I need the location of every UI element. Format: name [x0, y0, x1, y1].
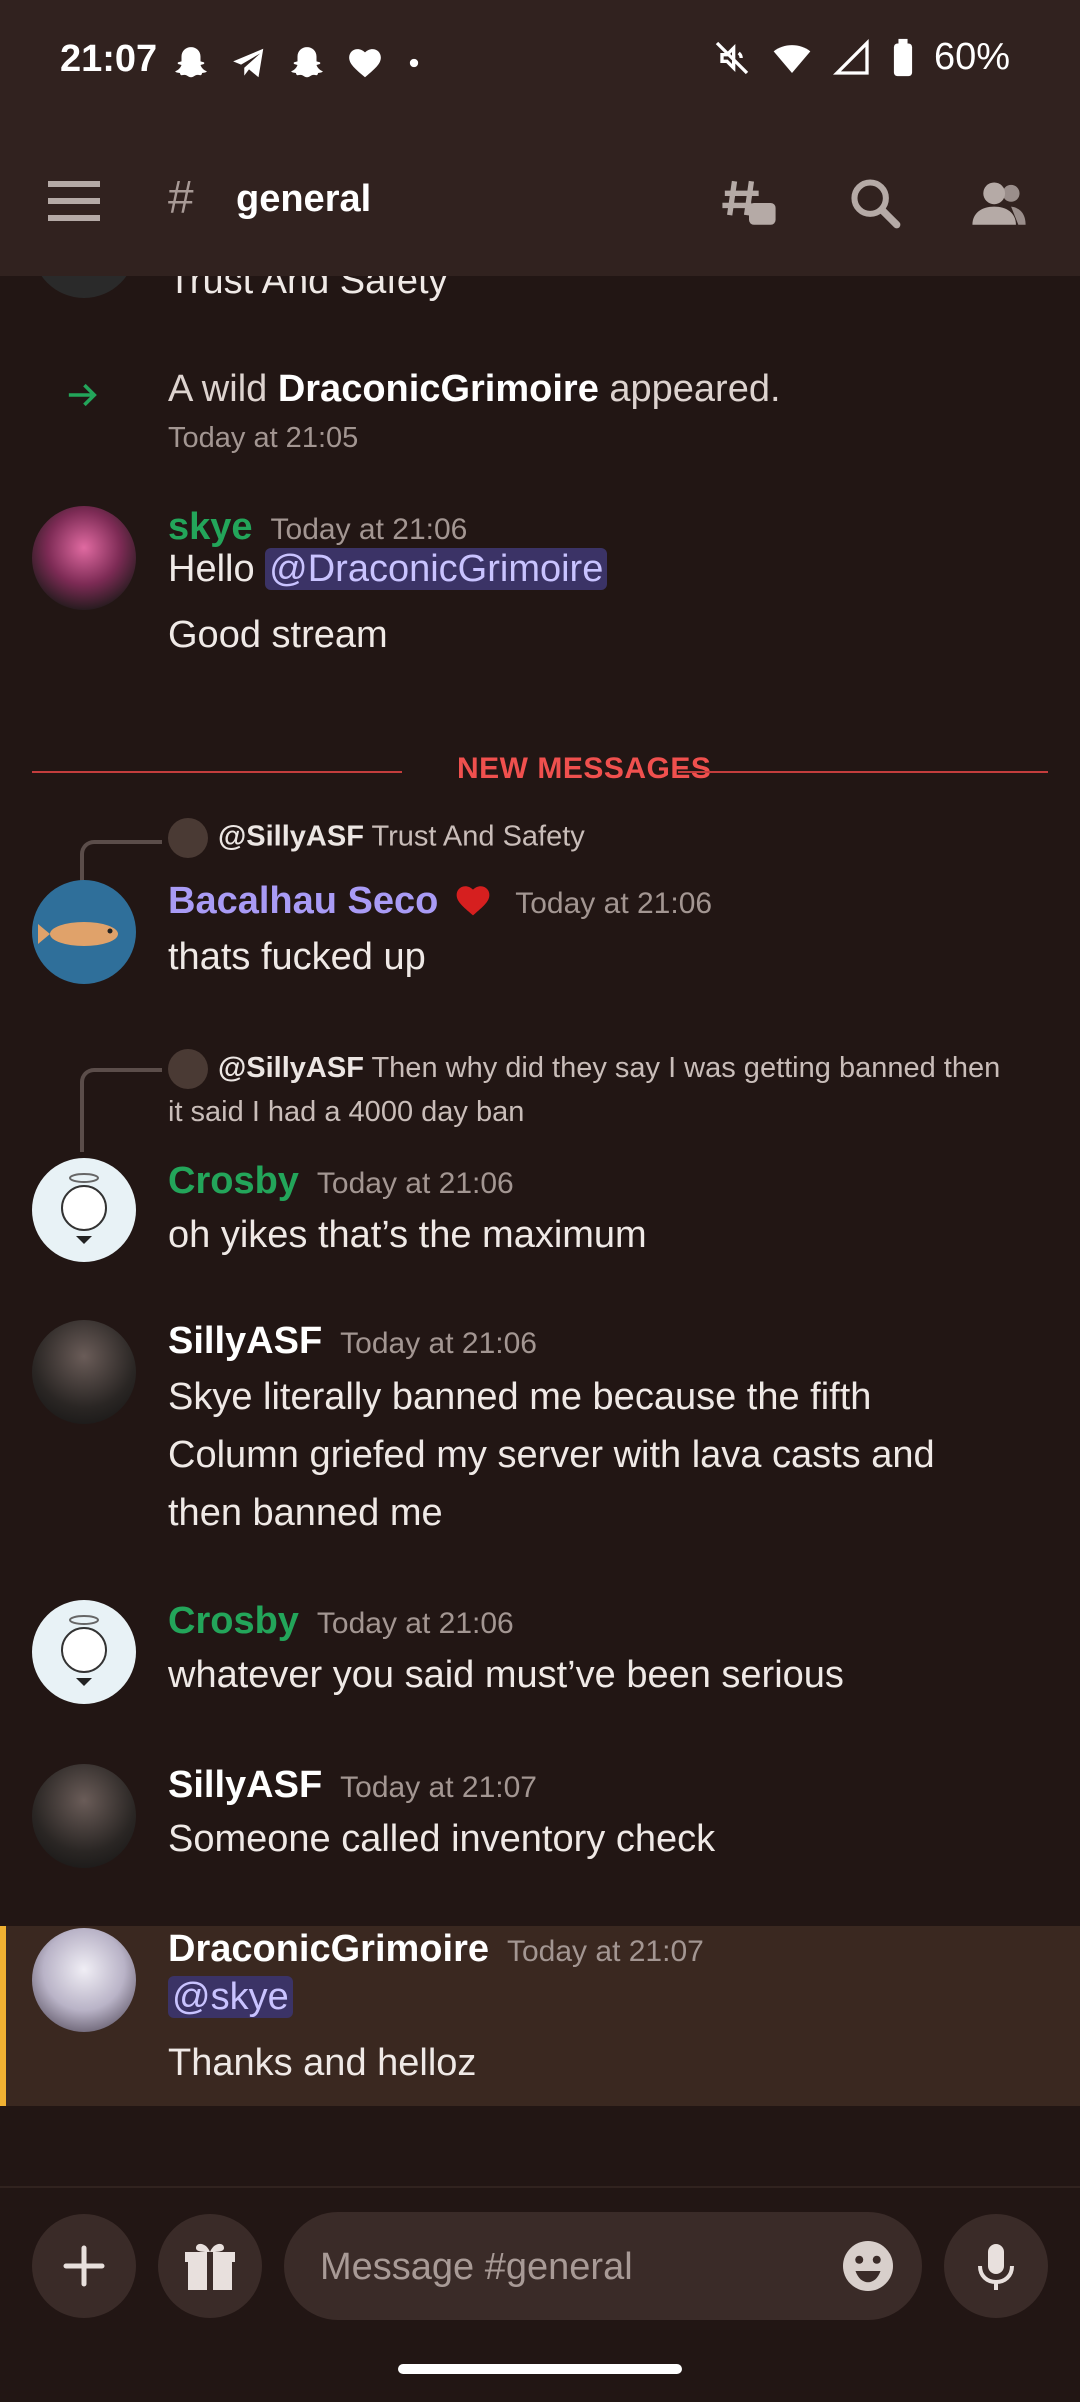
channel-name[interactable]: general: [236, 178, 371, 221]
dot-icon: [409, 58, 419, 68]
reply-connector: [80, 1068, 162, 1152]
timestamp: Today at 21:05: [168, 422, 359, 454]
username[interactable]: SillyASF: [168, 1764, 322, 1806]
battery-percent: 60%: [933, 36, 1010, 78]
status-right: 60%: [712, 36, 1010, 79]
username[interactable]: SillyASF: [168, 1320, 322, 1362]
timestamp: Today at 21:06: [316, 1607, 514, 1640]
user-mention[interactable]: @DraconicGrimoire: [265, 548, 608, 590]
avatar[interactable]: [32, 506, 136, 610]
timestamp: Today at 21:07: [340, 1771, 537, 1804]
username[interactable]: Bacalhau Seco: [168, 880, 438, 922]
reply-preview[interactable]: @SillyASF Trust And Safety: [168, 818, 585, 858]
home-indicator[interactable]: [398, 2364, 682, 2374]
new-messages-divider: NEW MESSAGES: [32, 752, 1048, 792]
heart-icon: [349, 49, 381, 78]
join-text: A wild DraconicGrimoire appeared.: [168, 368, 781, 410]
hamburger-menu-icon[interactable]: [48, 180, 100, 222]
message-text: Skye literally banned me because the fif…: [168, 1376, 935, 1534]
channel-hash-icon: #: [168, 171, 194, 223]
message-text: Hello @DraconicGrimoire: [168, 540, 608, 598]
user-mention[interactable]: @skye: [168, 1976, 293, 2018]
members-icon[interactable]: [970, 174, 1028, 232]
message-list[interactable]: Trust And Safety A wild DraconicGrimoire…: [0, 276, 1080, 2186]
new-messages-label: NEW MESSAGES: [457, 752, 712, 785]
message-text: Thanks and helloz: [168, 2042, 477, 2084]
avatar: [168, 1049, 208, 1090]
fish-icon: [38, 922, 118, 946]
snapchat-icon: [291, 47, 323, 78]
avatar[interactable]: [32, 880, 136, 984]
message-text: @skye: [168, 1968, 293, 2026]
search-icon[interactable]: [846, 174, 904, 232]
emoji-icon[interactable]: [838, 2236, 898, 2296]
telegram-icon: [233, 48, 264, 78]
channel-header: # general: [0, 130, 1080, 276]
mute-icon: [715, 41, 749, 74]
snapchat-icon: [175, 47, 207, 78]
add-attachment-button[interactable]: [32, 2214, 136, 2318]
status-time: 21:07: [60, 38, 158, 80]
timestamp: Today at 21:07: [507, 1935, 704, 1968]
notification-icons: [172, 44, 424, 82]
gift-button[interactable]: [158, 2214, 262, 2318]
message-input-placeholder: Message #general: [320, 2246, 633, 2288]
signal-icon: [832, 38, 869, 75]
message-text: Someone called inventory check: [168, 1818, 716, 1860]
character-avatar-icon: [61, 1615, 107, 1686]
reply-preview[interactable]: @SillyASF Then why did they say I was ge…: [168, 1046, 1048, 1134]
username[interactable]: Crosby: [168, 1600, 299, 1642]
timestamp: Today at 21:06: [515, 887, 713, 920]
timestamp: Today at 21:06: [340, 1327, 537, 1360]
avatar[interactable]: [32, 1600, 136, 1704]
wifi-icon: [773, 44, 811, 73]
message-text: Trust And Safety: [168, 276, 448, 302]
arrow-right-icon: [68, 383, 97, 407]
join-username[interactable]: DraconicGrimoire: [278, 368, 599, 410]
username[interactable]: DraconicGrimoire: [168, 1928, 489, 1970]
status-bar: 21:07 60%: [0, 0, 1080, 130]
message-text: whatever you said must’ve been serious: [168, 1654, 844, 1696]
timestamp: Today at 21:06: [316, 1167, 514, 1200]
avatar[interactable]: [32, 1764, 136, 1868]
heart-badge-icon: [456, 886, 490, 916]
reply-connector: [80, 840, 162, 884]
voice-message-button[interactable]: [944, 2214, 1048, 2318]
avatar: [168, 818, 208, 858]
microphone-icon: [978, 2244, 1014, 2290]
gift-icon: [185, 2243, 235, 2290]
message-text: Good stream: [168, 614, 388, 656]
avatar[interactable]: [32, 276, 136, 298]
message-input[interactable]: Message #general: [284, 2212, 922, 2320]
avatar[interactable]: [32, 1158, 136, 1262]
message-text: thats fucked up: [168, 936, 426, 978]
threads-icon[interactable]: [720, 174, 778, 232]
avatar[interactable]: [32, 1320, 136, 1424]
character-avatar-icon: [61, 1173, 107, 1244]
battery-icon: [893, 38, 913, 76]
avatar[interactable]: [32, 1928, 136, 2032]
message-text: oh yikes that’s the maximum: [168, 1214, 647, 1256]
username[interactable]: Crosby: [168, 1160, 299, 1202]
plus-icon: [63, 2245, 105, 2287]
